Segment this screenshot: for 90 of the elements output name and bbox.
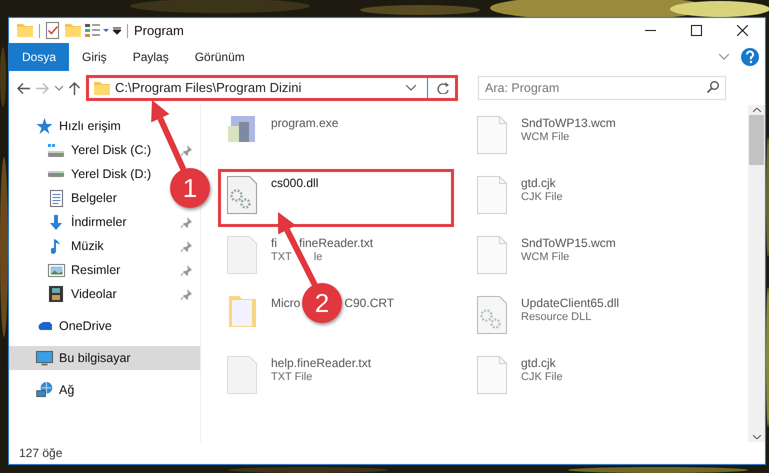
file-icon[interactable] [477, 356, 507, 394]
pc-icon [36, 350, 52, 366]
search-icon [707, 81, 719, 93]
sidebar-item[interactable]: Resimler [71, 260, 120, 280]
minimize-icon [644, 30, 656, 31]
maximize-icon [690, 25, 702, 36]
sidebar-item[interactable]: İndirmeler [71, 212, 127, 232]
star-icon [36, 118, 52, 134]
window-title: Program [134, 22, 184, 40]
cloud-icon [36, 322, 52, 330]
file-type: CJK File [521, 371, 563, 385]
pictures-icon [48, 264, 64, 276]
pin-icon [181, 264, 192, 276]
file-icon[interactable] [227, 356, 257, 394]
file-name[interactable]: program.exe [271, 116, 338, 131]
file-name[interactable]: fi [271, 236, 277, 251]
drive-icon [48, 144, 64, 156]
folder-icon [94, 82, 110, 94]
file-name[interactable]: help.fineReader.txt [271, 356, 372, 371]
file-name[interactable]: gtd.cjk [521, 356, 556, 371]
file-icon[interactable] [477, 116, 507, 154]
recent-icon[interactable] [55, 86, 63, 90]
ribbon-tab[interactable]: Paylaş [120, 43, 182, 71]
address-bar[interactable]: C:\Program Files\Program Dizini [86, 75, 458, 101]
pin-icon [181, 216, 192, 228]
forward-icon[interactable] [36, 82, 49, 94]
expand-icon[interactable] [719, 54, 729, 60]
sidebar-item[interactable]: Belgeler [71, 188, 117, 208]
dropdown-icon[interactable] [406, 85, 416, 91]
folder-icon[interactable] [228, 296, 256, 327]
ribbon-tab[interactable]: Giriş [69, 43, 120, 71]
file-icon[interactable] [477, 236, 507, 274]
arrow [151, 100, 186, 171]
up-icon[interactable] [69, 82, 80, 94]
download-icon [50, 214, 62, 230]
view-icon[interactable] [85, 24, 109, 37]
file-name[interactable]: gtd.cjk [521, 176, 556, 191]
sidebar-item[interactable]: Videolar [71, 284, 117, 304]
refresh-icon[interactable] [437, 82, 449, 94]
folder-icon [17, 24, 33, 37]
gears-file-icon[interactable] [227, 176, 257, 214]
file-name[interactable]: UpdateClient65.dll [521, 296, 620, 311]
file-name[interactable]: Micro [271, 296, 300, 311]
file-type: WCM File [521, 251, 570, 265]
file-type: WCM File [521, 131, 570, 145]
file-icon[interactable] [477, 176, 507, 214]
search-field[interactable]: Ara: Program [478, 76, 726, 100]
file-name[interactable]: C90.CRT [344, 296, 394, 311]
sidebar-item[interactable]: Ağ [59, 380, 74, 400]
scrollbar[interactable] [748, 105, 765, 442]
pin-icon [181, 240, 192, 252]
file-type: Resource DLL [521, 311, 592, 325]
program-icon[interactable] [227, 116, 257, 142]
scroll-thumb[interactable] [749, 115, 764, 165]
file-name[interactable]: SndToWP13.wcm [521, 116, 616, 131]
file-type: le [314, 251, 322, 265]
sidebar-item[interactable]: Yerel Disk (C:) [71, 140, 152, 160]
sidebar-item[interactable]: Müzik [71, 236, 104, 256]
address-path: C:\Program Files\Program Dizini [115, 79, 302, 98]
scroll-up-icon [752, 108, 760, 112]
ribbon-tab[interactable]: Görünüm [182, 43, 258, 71]
file-type: TXT File [271, 371, 312, 385]
selected-row[interactable]: Bu bilgisayar [9, 346, 200, 370]
scroll-down-icon [752, 435, 760, 439]
music-icon [51, 238, 61, 254]
new-folder-icon[interactable] [65, 24, 81, 37]
file-icon[interactable] [227, 236, 257, 274]
file-name[interactable]: fineReader.txt [299, 236, 374, 251]
pin-icon [181, 144, 192, 156]
file-name[interactable]: cs000.dll [271, 176, 318, 191]
item-count: 127 öğe [19, 445, 62, 462]
network-icon [36, 382, 52, 398]
close-icon [736, 25, 748, 36]
file-type: CJK File [521, 191, 563, 205]
file-type: TXT [271, 251, 292, 265]
drive-icon [48, 171, 64, 177]
sidebar-item[interactable]: Bu bilgisayar [59, 348, 131, 368]
gears-file-icon[interactable] [477, 296, 507, 334]
videos-icon [49, 286, 63, 302]
ribbon-tab[interactable]: Dosya [9, 43, 70, 71]
dropdown-icon[interactable] [113, 26, 121, 34]
file-name[interactable]: SndToWP15.wcm [521, 236, 616, 251]
properties-icon[interactable] [46, 22, 59, 39]
pin-icon [181, 288, 192, 300]
sidebar-item[interactable]: OneDrive [59, 316, 112, 336]
back-icon[interactable] [17, 82, 30, 94]
help-icon[interactable] [741, 48, 759, 66]
docs-icon [50, 190, 62, 206]
sidebar-item[interactable]: Hızlı erişim [59, 116, 121, 136]
sidebar-item[interactable]: Yerel Disk (D:) [71, 164, 152, 184]
